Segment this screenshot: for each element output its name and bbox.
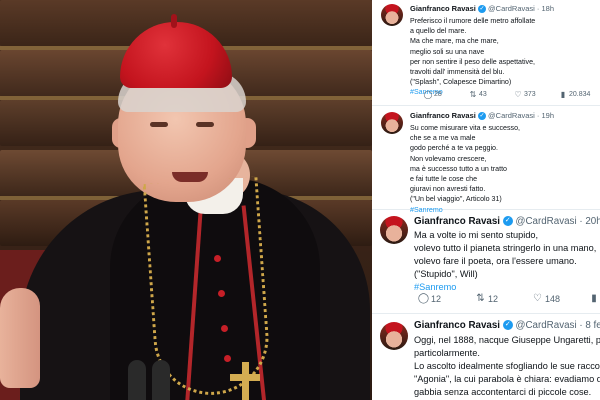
tweet-feed: Gianfranco Ravasi ✓ @CardRavasi · 18h Pr…: [372, 0, 600, 400]
tweet-line: "Agonia", la cui parabola è chiara: evad…: [414, 374, 600, 384]
tweet-line: particolarmente.: [414, 348, 480, 358]
tweet-line: godo perché a te va peggio.: [410, 144, 498, 153]
like-button[interactable]: ♡ 373: [512, 90, 557, 99]
tweet-card[interactable]: Gianfranco Ravasi ✓ @CardRavasi · 8 feb …: [372, 314, 600, 400]
tweet-line: Ma a volte io mi sento stupido,: [414, 230, 539, 240]
author-handle[interactable]: @CardRavasi: [516, 216, 577, 227]
views-button[interactable]: ▮: [587, 293, 600, 304]
tweet-line: ma è successo tutto a un tratto: [410, 164, 507, 173]
verified-badge-icon: ✓: [477, 5, 486, 14]
views-button[interactable]: ▮ 20.834: [557, 90, 600, 99]
cardinal-photo: [0, 0, 372, 400]
tweet-line: ("Stupido", Will): [414, 269, 478, 279]
tweet-card[interactable]: Gianfranco Ravasi ✓ @CardRavasi · 19h Su…: [372, 106, 600, 214]
tweet-line: Non volevamo crescere,: [410, 154, 487, 163]
author-handle[interactable]: @CardRavasi: [488, 111, 535, 120]
microphone: [152, 360, 170, 400]
pectoral-cross: [228, 362, 262, 400]
tweet-line: volevo fare il poeta, ora l'essere umano…: [414, 256, 577, 266]
tweet-line: volevo tutto il pianeta stringerlo in un…: [414, 243, 597, 253]
tweet-line: giuravi non avresti fatto.: [410, 185, 486, 194]
author-name[interactable]: Gianfranco Ravasi: [410, 4, 476, 13]
like-count: 373: [524, 91, 536, 98]
reply-count: 28: [434, 91, 442, 98]
tweet-line: Oggi, nel 1888, nacque Giuseppe Ungarett…: [414, 335, 600, 345]
verified-badge-icon: ✓: [502, 320, 513, 331]
tweet-time[interactable]: 8 feb: [585, 320, 600, 331]
tweet-time[interactable]: 20h: [585, 216, 600, 227]
tweet-line: e fai tutte le cose che: [410, 175, 478, 184]
reply-icon: ◯: [423, 90, 433, 99]
avatar[interactable]: [380, 322, 408, 350]
views-icon: ▮: [560, 90, 566, 99]
avatar[interactable]: [381, 4, 403, 26]
reply-button[interactable]: ◯ 12: [416, 293, 473, 304]
tweet-text: Su come misurare vita e successo, che se…: [410, 123, 520, 215]
tweet-header: Gianfranco Ravasi ✓ @CardRavasi · 8 feb: [414, 320, 600, 331]
verified-badge-icon: ✓: [502, 216, 513, 227]
author-name[interactable]: Gianfranco Ravasi: [410, 111, 476, 120]
like-count: 148: [545, 293, 561, 304]
tweet-time[interactable]: 18h: [542, 4, 555, 13]
zucchetto-stem: [171, 14, 177, 28]
tweet-header: Gianfranco Ravasi ✓ @CardRavasi · 20h: [414, 216, 600, 227]
retweet-icon: ⇅: [476, 293, 485, 304]
tweet-line: travolti dall' immensità del blu.: [410, 68, 505, 77]
microphone: [128, 360, 146, 400]
author-name[interactable]: Gianfranco Ravasi: [414, 216, 500, 227]
heart-icon: ♡: [533, 293, 542, 304]
tweet-header: Gianfranco Ravasi ✓ @CardRavasi · 18h: [410, 4, 555, 14]
tweet-line: a quello del mare.: [410, 27, 467, 36]
tweet-line: Preferisco il rumore delle metro affolla…: [410, 17, 536, 25]
avatar[interactable]: [380, 216, 408, 244]
reply-icon: ◯: [417, 293, 430, 304]
views-icon: ▮: [591, 293, 597, 304]
tweet-card[interactable]: Gianfranco Ravasi ✓ @CardRavasi · 18h Pr…: [372, 0, 600, 106]
tweet-line: Lo ascolto idealmente sfogliando le sue …: [414, 361, 600, 371]
retweet-button[interactable]: ⇅ 43: [467, 90, 512, 99]
author-handle[interactable]: @CardRavasi: [488, 4, 535, 13]
reply-button[interactable]: ◯ 28: [422, 90, 467, 99]
tweet-line: Ma che mare, ma che mare,: [410, 37, 499, 46]
tweet-text: Preferisco il rumore delle metro affolla…: [410, 16, 535, 98]
tweet-line: Su come misurare vita e successo,: [410, 124, 520, 132]
eye: [150, 122, 168, 127]
tweet-actions: ◯ 12 ⇅ 12 ♡ 148 ▮: [416, 293, 600, 304]
author-name[interactable]: Gianfranco Ravasi: [414, 320, 500, 331]
tweet-header: Gianfranco Ravasi ✓ @CardRavasi · 19h: [410, 111, 555, 121]
tweet-time[interactable]: 19h: [542, 111, 555, 120]
tweet-line: gabbia senza accontentarci di piccole co…: [414, 387, 592, 397]
heart-icon: ♡: [514, 90, 522, 99]
like-button[interactable]: ♡ 148: [530, 293, 587, 304]
retweet-icon: ⇅: [469, 90, 477, 99]
tweet-line: per non sentire il peso delle aspettativ…: [410, 57, 536, 66]
retweet-count: 43: [479, 91, 487, 98]
view-count: 20.834: [569, 91, 591, 98]
tweet-text: Ma a volte io mi sento stupido, volevo t…: [414, 229, 596, 294]
avatar[interactable]: [381, 112, 403, 134]
reply-count: 12: [431, 293, 442, 304]
raised-hand: [0, 288, 40, 388]
tweet-actions: ◯28 ⇅43 ♡373 ▮20.834 ⇪: [422, 90, 600, 99]
tweet-line: meglio soli su una nave: [410, 47, 485, 56]
verified-badge-icon: ✓: [477, 112, 486, 121]
author-handle[interactable]: @CardRavasi: [516, 320, 577, 331]
retweet-button[interactable]: ⇅ 12: [473, 293, 530, 304]
retweet-count: 12: [488, 293, 499, 304]
tweet-line: ("Un bel viaggio", Articolo 31): [410, 195, 502, 204]
tweet-line: che se a me va male: [410, 134, 476, 143]
eye: [196, 122, 214, 127]
tweet-line: ("Splash", Colapesce Dimartino): [410, 78, 512, 87]
tweet-card[interactable]: Gianfranco Ravasi ✓ @CardRavasi · 20h Ma…: [372, 210, 600, 314]
tweet-text: Oggi, nel 1888, nacque Giuseppe Ungarett…: [414, 334, 600, 399]
